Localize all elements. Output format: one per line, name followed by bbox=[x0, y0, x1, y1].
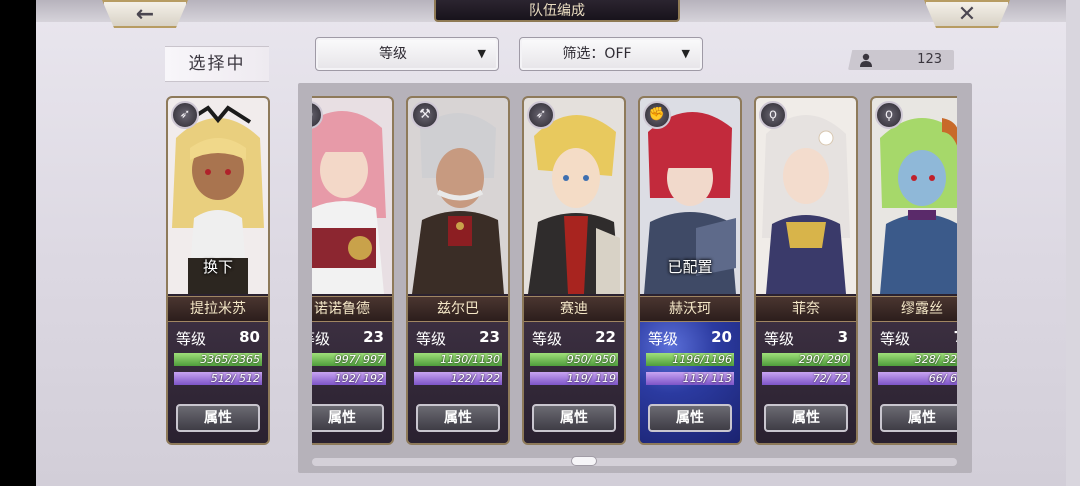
hp-bar: 1130/1130 bbox=[414, 353, 502, 366]
level-value: 7 bbox=[954, 328, 957, 346]
character-stats: 等级 3 290/ 290 72/ 72 属性 bbox=[756, 322, 856, 443]
level-label: 等级 bbox=[176, 330, 207, 348]
attributes-button[interactable]: 属性 bbox=[648, 404, 732, 432]
hp-bar: 950/ 950 bbox=[530, 353, 618, 366]
deployed-label: 已配置 bbox=[667, 258, 713, 276]
filter-dropdown-value: 筛选：OFF bbox=[562, 46, 632, 62]
chevron-down-icon: ▼ bbox=[477, 47, 486, 60]
mp-bar: 66/ 66 bbox=[878, 372, 957, 385]
hp-bar: 328/ 328 bbox=[878, 353, 957, 366]
level-label: 等级 bbox=[532, 330, 563, 348]
attributes-button[interactable]: 属性 bbox=[176, 404, 260, 432]
unit-count: 123 bbox=[917, 52, 942, 67]
chevron-down-icon: ▼ bbox=[681, 47, 690, 60]
level-label: 等级 bbox=[648, 330, 679, 348]
unit-count-badge: 123 bbox=[848, 50, 954, 70]
person-icon bbox=[860, 53, 872, 67]
page-title: 队伍编成 bbox=[434, 0, 680, 22]
character-stats: 等级 23 1130/1130 122/ 122 属性 bbox=[408, 322, 508, 443]
sort-dropdown-value: 等级 bbox=[379, 46, 407, 62]
mp-bar: 122/ 122 bbox=[414, 372, 502, 385]
attributes-button[interactable]: 属性 bbox=[764, 404, 848, 432]
right-edge bbox=[1066, 0, 1080, 486]
filter-dropdown[interactable]: 筛选：OFF ▼ bbox=[519, 37, 703, 71]
level-label: 等级 bbox=[880, 330, 911, 348]
team-formation-screen: 队伍编成 ← ✕ 选择中 等级 ▼ 筛选：OFF ▼ 123 ➶ 换下 提拉米苏… bbox=[0, 0, 1080, 486]
level-label: 等级 bbox=[312, 330, 331, 348]
level-row: 等级 20 bbox=[648, 328, 732, 348]
hp-bar: 1196/1196 bbox=[646, 353, 734, 366]
level-row: 等级 3 bbox=[764, 328, 848, 348]
swap-out-label: 换下 bbox=[202, 258, 233, 276]
roster-card[interactable]: ϙ 菲奈 等级 3 290/ 290 72/ 72 属性 bbox=[754, 96, 858, 445]
scrollbar-thumb[interactable] bbox=[571, 456, 597, 466]
close-icon: ✕ bbox=[957, 1, 977, 27]
mp-bar: 512/ 512 bbox=[174, 372, 262, 385]
character-name: 诺诺鲁德 bbox=[312, 296, 392, 322]
character-name: 缪露丝 bbox=[872, 296, 957, 322]
roster-card[interactable]: ⚒ 兹尔巴 等级 23 1130/1130 122/ 122 属性 bbox=[406, 96, 510, 445]
mp-bar: 119/ 119 bbox=[530, 372, 618, 385]
sort-dropdown[interactable]: 等级 ▼ bbox=[315, 37, 499, 71]
level-label: 等级 bbox=[416, 330, 447, 348]
roster-card[interactable]: ➶ 赛迪 等级 22 950/ 950 119/ 119 属性 bbox=[522, 96, 626, 445]
selected-character-card[interactable]: ➶ 换下 提拉米苏 等级 80 3365/3365 512/ 512 属性 bbox=[166, 96, 270, 445]
level-row: 等级 7 bbox=[880, 328, 957, 348]
mp-bar: 72/ 72 bbox=[762, 372, 850, 385]
hp-bar: 290/ 290 bbox=[762, 353, 850, 366]
roster-scroll-area[interactable]: ϙ 诺诺鲁德 等级 23 997/ 997 192/ 192 属性 bbox=[312, 96, 957, 446]
character-name: 赛迪 bbox=[524, 296, 624, 322]
fist-icon: ✊ bbox=[643, 101, 671, 129]
level-row: 等级 80 bbox=[176, 328, 260, 348]
hp-bar: 3365/3365 bbox=[174, 353, 262, 366]
roster-card[interactable]: ϙ 缪露丝 等级 7 328/ 328 66/ 66 属性 bbox=[870, 96, 957, 445]
attributes-button[interactable]: 属性 bbox=[532, 404, 616, 432]
level-value: 20 bbox=[711, 328, 732, 346]
character-stats: 等级 80 3365/3365 512/ 512 属性 bbox=[168, 322, 268, 443]
level-value: 23 bbox=[479, 328, 500, 346]
staff-icon: ϙ bbox=[875, 101, 903, 129]
character-portrait bbox=[312, 98, 392, 294]
character-name: 提拉米苏 bbox=[168, 296, 268, 322]
staff-icon: ϙ bbox=[759, 101, 787, 129]
attributes-button[interactable]: 属性 bbox=[416, 404, 500, 432]
level-value: 23 bbox=[363, 328, 384, 346]
character-name: 兹尔巴 bbox=[408, 296, 508, 322]
back-button[interactable]: ← bbox=[102, 0, 188, 28]
mp-bar: 113/ 113 bbox=[646, 372, 734, 385]
mp-bar: 192/ 192 bbox=[312, 372, 386, 385]
left-letterbox bbox=[0, 0, 36, 486]
level-row: 等级 23 bbox=[312, 328, 384, 348]
bow-icon: ➶ bbox=[171, 101, 199, 129]
character-stats: 等级 23 997/ 997 192/ 192 属性 bbox=[312, 322, 392, 443]
roster-card[interactable]: ✊ 已配置 赫沃珂 等级 20 1196/1196 113/ 113 属性 bbox=[638, 96, 742, 445]
character-name: 赫沃珂 bbox=[640, 296, 740, 322]
character-stats: 等级 20 1196/1196 113/ 113 属性 bbox=[640, 322, 740, 443]
selecting-label: 选择中 bbox=[165, 46, 269, 82]
bow-icon: ➶ bbox=[527, 101, 555, 129]
level-value: 22 bbox=[595, 328, 616, 346]
axe-icon: ⚒ bbox=[411, 101, 439, 129]
back-arrow-icon: ← bbox=[135, 1, 155, 27]
attributes-button[interactable]: 属性 bbox=[880, 404, 957, 432]
character-stats: 等级 22 950/ 950 119/ 119 属性 bbox=[524, 322, 624, 443]
horizontal-scrollbar[interactable] bbox=[312, 458, 957, 466]
level-label: 等级 bbox=[764, 330, 795, 348]
level-row: 等级 23 bbox=[416, 328, 500, 348]
hp-bar: 997/ 997 bbox=[312, 353, 386, 366]
close-button[interactable]: ✕ bbox=[924, 0, 1010, 28]
level-row: 等级 22 bbox=[532, 328, 616, 348]
attributes-button[interactable]: 属性 bbox=[312, 404, 384, 432]
level-value: 80 bbox=[239, 328, 260, 346]
roster-card[interactable]: ϙ 诺诺鲁德 等级 23 997/ 997 192/ 192 属性 bbox=[312, 96, 394, 445]
character-name: 菲奈 bbox=[756, 296, 856, 322]
character-stats: 等级 7 328/ 328 66/ 66 属性 bbox=[872, 322, 957, 443]
level-value: 3 bbox=[837, 328, 848, 346]
